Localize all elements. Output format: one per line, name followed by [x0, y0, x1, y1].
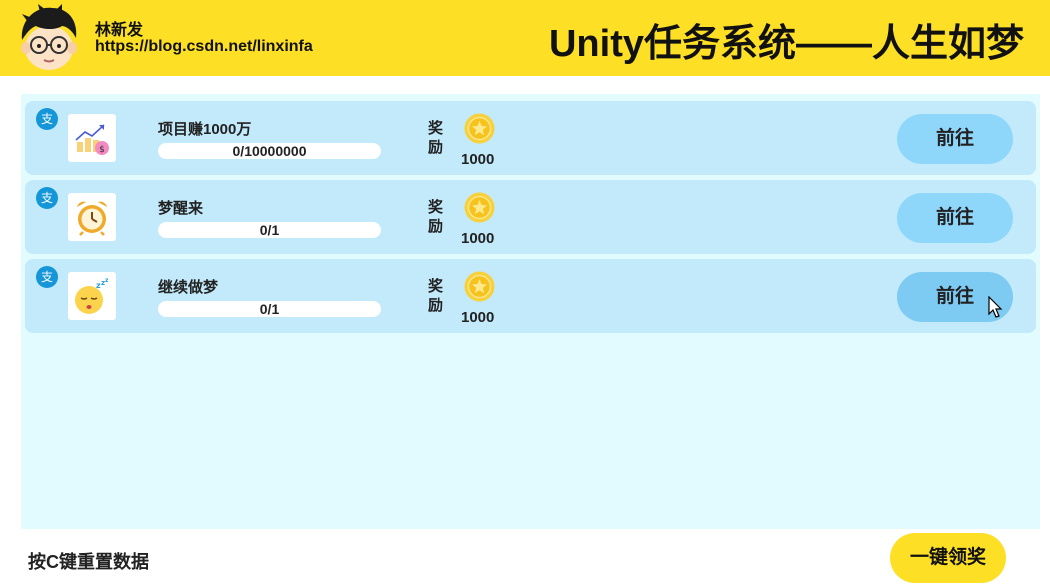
- reset-hint: 按C键重置数据: [28, 552, 149, 572]
- reward-label: 奖励: [428, 120, 444, 156]
- reward-label: 奖励: [428, 278, 444, 314]
- avatar: [16, 4, 82, 72]
- gold-coin-icon: [464, 271, 495, 302]
- task-progress-bar: 0/10000000: [158, 143, 381, 159]
- go-button[interactable]: 前往: [897, 193, 1013, 243]
- task-row: 支 $ 项目赚1000万 0/10000000 奖励 1000 前往: [25, 101, 1036, 175]
- reward-value: 1000: [461, 230, 495, 247]
- task-badge: 支: [36, 108, 58, 130]
- gold-coin-icon: [464, 192, 495, 223]
- task-row: 支 z z z 继续做梦 0/1 奖励 1000 前往: [25, 259, 1036, 333]
- task-progress-bar: 0/1: [158, 222, 381, 238]
- task-panel: 支 $ 项目赚1000万 0/10000000 奖励 1000 前往 支 梦醒来…: [21, 94, 1040, 529]
- author-name: 林新发: [95, 22, 144, 39]
- avatar-icon: [21, 4, 77, 70]
- alarm-clock-icon: [77, 201, 107, 236]
- go-button[interactable]: 前往: [897, 114, 1013, 164]
- reward-label: 奖励: [428, 199, 444, 235]
- mouse-cursor-icon: [988, 296, 1003, 318]
- page-title: Unity任务系统——人生如梦: [548, 23, 1024, 65]
- task-badge: 支: [36, 187, 58, 209]
- svg-text:z: z: [105, 277, 109, 284]
- task-name: 项目赚1000万: [158, 121, 252, 138]
- claim-all-button[interactable]: 一键领奖: [890, 533, 1006, 583]
- task-name: 继续做梦: [158, 279, 219, 296]
- task-progress-text: 0/1: [259, 222, 280, 238]
- task-icon-box: z z z: [68, 272, 116, 320]
- task-icon-box: $: [68, 114, 116, 162]
- author-url[interactable]: https://blog.csdn.net/linxinfa: [95, 38, 313, 56]
- task-progress-text: 0/10000000: [232, 143, 307, 159]
- reward-value: 1000: [461, 151, 495, 168]
- reward-value: 1000: [461, 309, 495, 326]
- task-icon-box: [68, 193, 116, 241]
- sleeping-face-icon: z z z: [75, 277, 109, 314]
- task-progress-bar: 0/1: [158, 301, 381, 317]
- task-badge: 支: [36, 266, 58, 288]
- header-bar: 林新发 https://blog.csdn.net/linxinfa Unity…: [0, 0, 1050, 76]
- task-progress-text: 0/1: [259, 301, 280, 317]
- svg-text:$: $: [99, 145, 105, 155]
- task-row: 支 梦醒来 0/1 奖励 1000 前往: [25, 180, 1036, 254]
- gold-coin-icon: [464, 113, 495, 144]
- task-name: 梦醒来: [158, 200, 204, 217]
- growth-chart-icon: $: [75, 124, 109, 155]
